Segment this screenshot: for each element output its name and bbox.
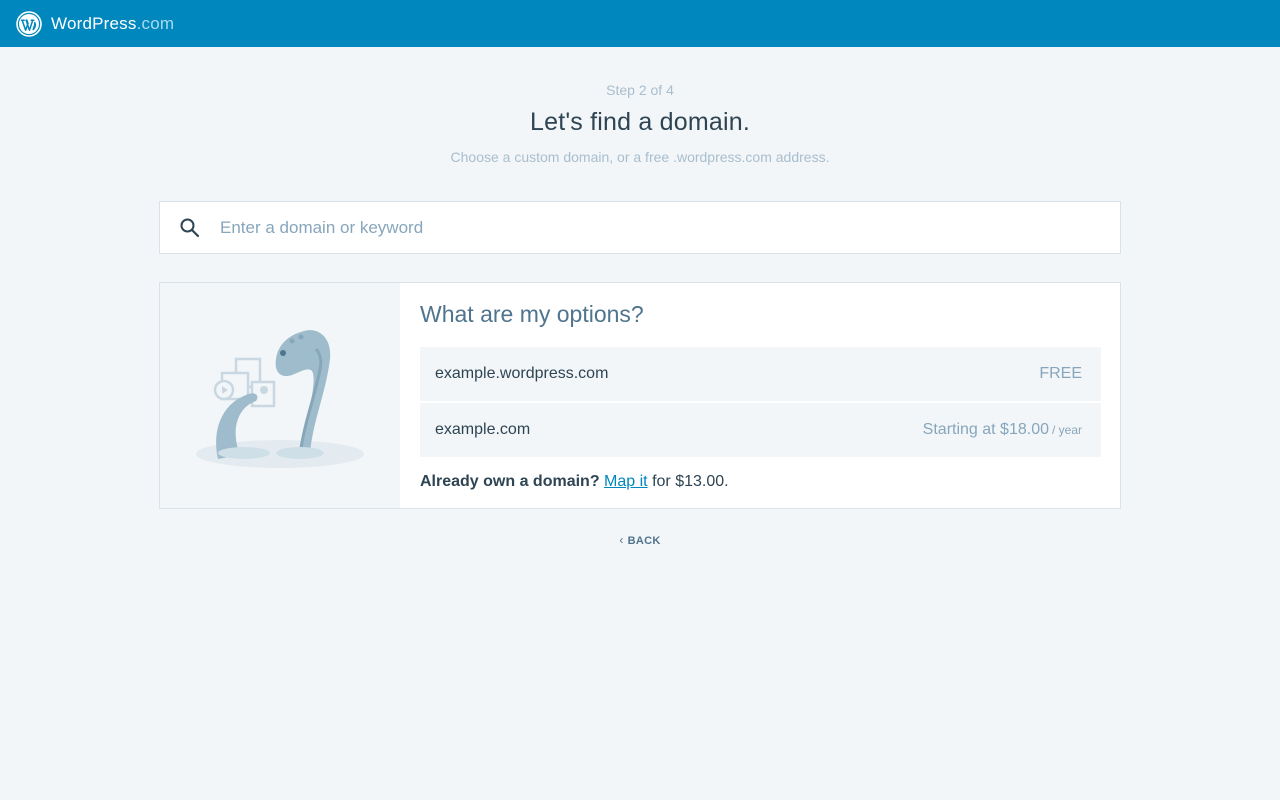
masterbar: WordPress.com: [0, 0, 1280, 47]
page-title: Let's find a domain.: [529, 108, 750, 136]
option-domain: example.com: [435, 421, 531, 438]
option-price-unit: / year: [1051, 423, 1082, 437]
brand-main: WordPress: [51, 13, 137, 33]
option-price: Starting at $18.00: [922, 421, 1049, 438]
option-domain: example.wordpress.com: [435, 365, 609, 382]
domain-options-card: What are my options? example.wordpress.c…: [159, 282, 1121, 509]
option-row-custom: example.com Starting at $18.00/ year: [420, 403, 1101, 457]
map-it-link[interactable]: Map it: [604, 473, 648, 490]
sea-serpent-illustration: [160, 283, 400, 508]
page-subtitle: Choose a custom domain, or a free .wordp…: [450, 149, 830, 165]
options-title: What are my options?: [420, 301, 644, 327]
wordpress-logo-icon[interactable]: [16, 10, 42, 37]
option-price: FREE: [1039, 365, 1082, 382]
search-icon[interactable]: [179, 217, 201, 239]
map-price: for $13.00.: [652, 473, 729, 490]
back-label: BACK: [627, 535, 661, 547]
chevron-left-icon: ‹: [619, 533, 624, 547]
domain-search-input[interactable]: [220, 207, 1100, 248]
domain-search-box: [159, 201, 1121, 254]
sea-serpent-icon: [196, 330, 364, 468]
step-indicator: Step 2 of 4: [606, 82, 674, 98]
map-domain-text: Already own a domain? Map it for $13.00.: [420, 473, 729, 491]
brand-wordmark[interactable]: WordPress.com: [51, 14, 174, 34]
back-button[interactable]: ‹ BACK: [0, 533, 1280, 547]
option-row-free: example.wordpress.com FREE: [420, 347, 1101, 401]
brand-suffix: .com: [136, 13, 175, 33]
option-price-wrap: Starting at $18.00/ year: [923, 421, 1082, 439]
already-own-label: Already own a domain?: [420, 473, 600, 490]
